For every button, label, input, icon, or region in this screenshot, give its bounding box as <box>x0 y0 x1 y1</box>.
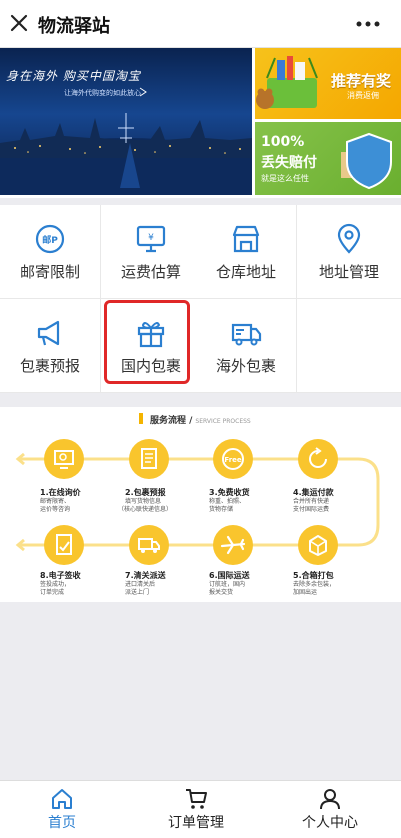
menu-freight-estimate[interactable]: ¥ 运费估算 <box>101 205 201 298</box>
step-customs-delivery <box>129 525 169 565</box>
free-icon: Free <box>222 448 244 470</box>
step-desc: 报关交货 <box>209 589 234 596</box>
step-desc: 加固出运 <box>293 589 318 596</box>
plane-icon <box>220 535 246 555</box>
step-title: 6.国际运送 <box>209 571 250 580</box>
function-grid: 邮P 邮寄限制 ¥ 运费估算 仓库地址 地址管理 包裹预报 国内包裹 海外包裹 <box>0 205 401 393</box>
menu-overseas-parcel[interactable]: 海外包裹 <box>196 299 296 392</box>
menu-empty-cell <box>297 299 401 392</box>
service-process: 服务流程 / SERVICE PROCESS 1.在线询价 邮寄限寄、 运价等咨询… <box>0 407 401 602</box>
close-icon[interactable] <box>8 12 30 34</box>
step-title: 5.合箱打包 <box>293 571 334 580</box>
step-desc: 邮寄限寄、 <box>40 498 71 505</box>
promo-referral[interactable]: 推荐有奖 消费返佣 <box>255 48 401 119</box>
banner-main[interactable]: 身在海外 购买中国淘宝 让海外代购变的如此放心 <box>0 48 252 195</box>
menu-domestic-parcel[interactable]: 国内包裹 <box>101 299 201 392</box>
menu-label: 运费估算 <box>120 263 181 281</box>
step-desc: 去除多余包装， <box>293 581 336 588</box>
step-pack <box>298 525 338 565</box>
freight-estimate-icon: ¥ <box>136 225 166 253</box>
step-free-receive: Free <box>213 439 253 479</box>
step-desc: 货物存储 <box>209 506 234 513</box>
step-desc: 进口清关后 <box>125 581 156 588</box>
gift-icon <box>137 322 165 348</box>
cart-icon <box>186 789 207 809</box>
step-title: 1.在线询价 <box>40 488 81 497</box>
step-title: 2.包裹预报 <box>125 488 166 497</box>
truck-icon <box>231 323 262 346</box>
tab-label: 个人中心 <box>302 815 358 831</box>
step-title: 8.电子签收 <box>40 571 81 580</box>
step-online-inquiry <box>44 439 84 479</box>
step-desc: 订航班，国内 <box>209 581 246 588</box>
promo-guarantee-line1: 100% <box>261 134 305 150</box>
menu-label: 地址管理 <box>318 263 379 281</box>
banner-subtitle: 让海外代购变的如此放心 <box>64 89 141 97</box>
step-consolidate-pay <box>298 439 338 479</box>
promo-referral-subtitle: 消费返佣 <box>347 91 379 100</box>
banner-slogan: 身在海外 购买中国淘宝 <box>6 69 141 83</box>
menu-label: 国内包裹 <box>120 357 181 375</box>
page-title: 物流驿站 <box>38 16 110 37</box>
tab-profile[interactable]: 个人中心 <box>268 781 392 838</box>
step-desc: 支付国际运费 <box>293 506 330 513</box>
step-title: 7.清关派送 <box>125 571 166 580</box>
menu-address[interactable]: 地址管理 <box>297 205 401 298</box>
menu-parcel-forecast[interactable]: 包裹预报 <box>0 299 100 392</box>
step-parcel-forecast <box>129 439 169 479</box>
tab-home[interactable]: 首页 <box>0 781 124 838</box>
step-desc: 派送上门 <box>125 589 150 596</box>
step-e-sign <box>44 525 84 565</box>
postal-limit-icon: 邮P <box>35 224 65 254</box>
promo-referral-title: 推荐有奖 <box>330 72 391 90</box>
menu-label: 包裹预报 <box>19 357 80 375</box>
more-icon[interactable] <box>355 20 381 28</box>
box-icon <box>309 535 327 556</box>
refresh-icon <box>309 447 327 468</box>
document-icon <box>141 448 157 469</box>
truck-icon <box>138 538 160 553</box>
banner: 身在海外 购买中国淘宝 让海外代购变的如此放心 推荐有奖 消费返佣 100% 丢… <box>0 48 401 198</box>
menu-warehouse[interactable]: 仓库地址 <box>196 205 296 298</box>
tab-label: 订单管理 <box>168 815 224 831</box>
step-title: 4.集运付款 <box>293 488 334 497</box>
step-desc: 订单完成 <box>40 589 65 596</box>
menu-label: 海外包裹 <box>215 357 276 375</box>
menu-label: 仓库地址 <box>215 263 276 281</box>
promo-guarantee-subtitle: 就是这么任性 <box>261 174 309 183</box>
step-desc: 合并所有快递 <box>293 498 330 505</box>
user-icon <box>320 789 340 810</box>
warehouse-icon <box>232 225 260 253</box>
sign-icon <box>56 534 72 555</box>
megaphone-icon <box>37 320 60 346</box>
svg-text:¥: ¥ <box>148 233 154 243</box>
menu-label: 邮寄限制 <box>19 263 80 281</box>
step-desc: 运价等咨询 <box>40 506 71 513</box>
shopping-basket-icon <box>256 56 318 109</box>
step-international-shipping <box>213 525 253 565</box>
promo-guarantee[interactable]: 100% 丢失赔付 就是这么任性 <box>255 122 401 195</box>
promo-guarantee-line2: 丢失赔付 <box>261 155 317 171</box>
menu-postal-limit[interactable]: 邮P 邮寄限制 <box>0 205 100 298</box>
step-desc: 称重、拍照、 <box>209 498 246 505</box>
shield-icon <box>341 132 392 190</box>
step-title: 3.免费收货 <box>209 488 250 497</box>
svg-text:邮P: 邮P <box>42 234 58 246</box>
home-icon <box>52 789 72 809</box>
bottom-tab-bar: 首页 订单管理 个人中心 <box>0 780 401 838</box>
step-desc: 填写货物信息 <box>125 498 162 505</box>
svg-text:Free: Free <box>224 456 242 464</box>
tab-label: 首页 <box>48 815 76 831</box>
location-pin-icon <box>337 223 361 254</box>
monitor-icon <box>54 450 74 469</box>
tab-orders[interactable]: 订单管理 <box>134 781 258 838</box>
step-desc: 签投成功， <box>40 581 71 588</box>
top-bar: 物流驿站 <box>0 0 401 48</box>
step-desc: （核心联快递信息） <box>118 506 173 513</box>
